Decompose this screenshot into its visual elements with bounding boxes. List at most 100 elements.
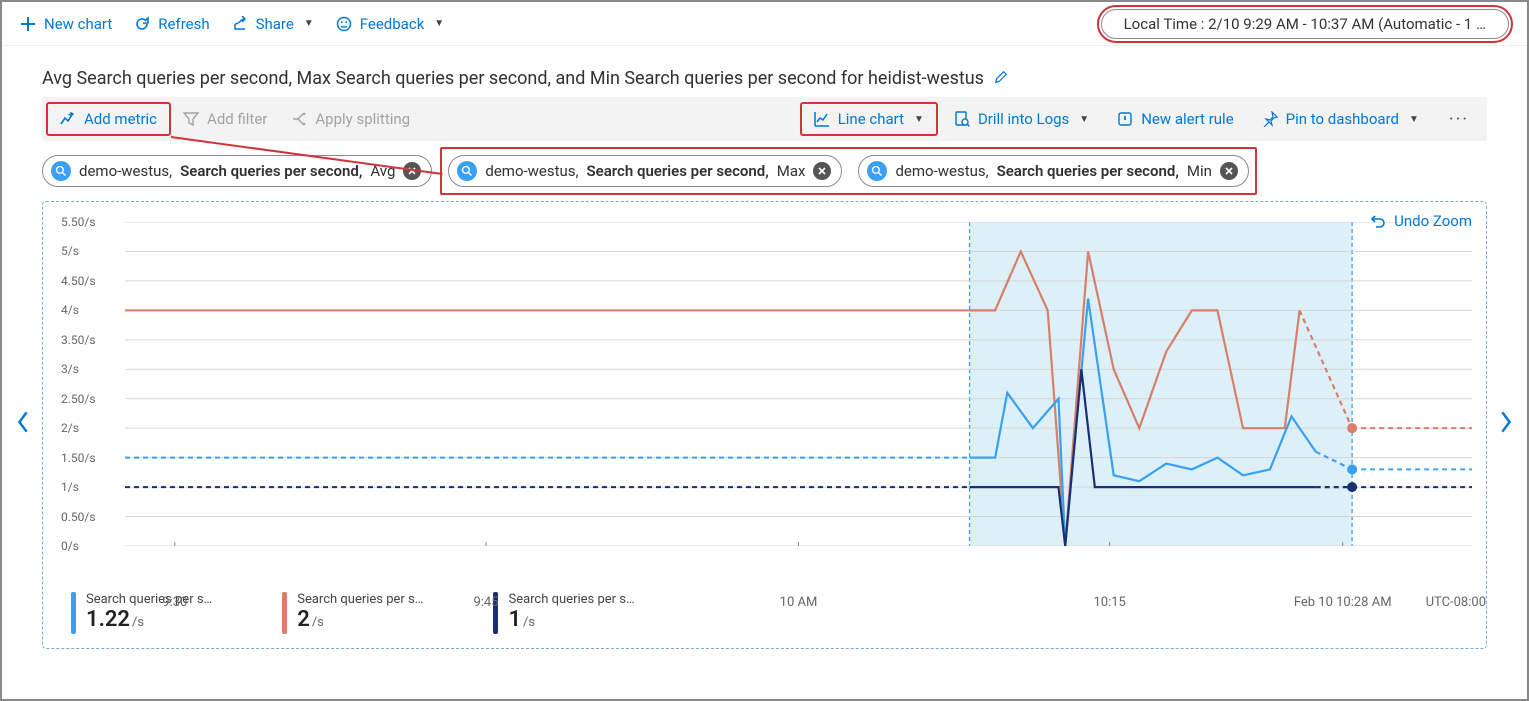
chip-metric: Search queries per second, (587, 162, 769, 180)
legend-color-swatch (71, 592, 76, 634)
refresh-icon (134, 16, 150, 32)
legend-unit: /s (132, 615, 144, 630)
pin-dashboard-label: Pin to dashboard (1286, 110, 1399, 128)
undo-icon (1370, 213, 1386, 229)
feedback-button[interactable]: Feedback ▼ (336, 15, 444, 33)
y-axis-tick-label: 5/s (61, 244, 79, 258)
chart-prev-button[interactable] (11, 410, 35, 440)
legend-value: 2 (297, 607, 310, 632)
metric-chip[interactable]: demo-westus, Search queries per second, … (858, 155, 1248, 187)
feedback-label: Feedback (360, 15, 425, 33)
chevron-down-icon: ▼ (434, 18, 444, 29)
chart-legend: Search queries per s… 1.22/s Search quer… (43, 582, 1486, 648)
metric-chips-row: demo-westus, Search queries per second, … (2, 141, 1527, 197)
chevron-down-icon: ▼ (1079, 114, 1089, 125)
chip-remove-button[interactable] (1220, 162, 1238, 180)
chevron-down-icon: ▼ (1409, 114, 1419, 125)
y-axis-tick-label: 3/s (61, 362, 79, 376)
metric-chip[interactable]: demo-westus, Search queries per second, … (448, 155, 842, 187)
chart-plot-area[interactable]: 0/s0.50/s1/s1.50/s2/s2.50/s3/s3.50/s4/s4… (43, 202, 1486, 582)
apply-splitting-button: Apply splitting (279, 104, 422, 134)
chevron-down-icon: ▼ (304, 18, 314, 29)
y-axis-tick-label: 0.50/s (61, 510, 96, 524)
chevron-right-icon (1499, 410, 1513, 434)
legend-unit: /s (312, 615, 324, 630)
legend-color-swatch (282, 592, 287, 634)
new-alert-button[interactable]: New alert rule (1105, 104, 1245, 134)
chip-agg: Max (777, 162, 806, 180)
x-axis-tick-label: 9:30 (162, 595, 187, 610)
chip-scope: demo-westus, (485, 162, 578, 180)
legend-label: Search queries per s… (508, 592, 634, 607)
legend-unit: /s (523, 615, 535, 630)
legend-item[interactable]: Search queries per s… 1/s (493, 592, 634, 634)
add-filter-label: Add filter (207, 110, 267, 128)
plus-icon (20, 16, 36, 32)
alert-icon (1117, 111, 1133, 127)
logs-icon (954, 111, 970, 127)
y-axis-tick-label: 0/s (61, 539, 79, 553)
chart-title-row: Avg Search queries per second, Max Searc… (2, 46, 1527, 97)
edit-title-button[interactable] (994, 70, 1008, 88)
x-axis-tick-label: 9:45 (473, 595, 498, 610)
timezone-label: UTC-08:00 (1426, 595, 1486, 610)
top-toolbar: New chart Refresh Share ▼ Feedback ▼ Loc… (2, 2, 1527, 46)
time-range-picker[interactable]: Local Time : 2/10 9:29 AM - 10:37 AM (Au… (1101, 9, 1509, 39)
line-chart-icon (814, 111, 830, 127)
chart-next-button[interactable] (1494, 410, 1518, 440)
pencil-icon (994, 70, 1008, 84)
refresh-label: Refresh (158, 15, 209, 33)
chevron-left-icon (16, 410, 30, 434)
chart-title-text: Avg Search queries per second, Max Searc… (42, 68, 984, 89)
chip-scope: demo-westus, (895, 162, 988, 180)
chip-scope: demo-westus, (79, 162, 172, 180)
pin-icon (1262, 111, 1278, 127)
chart-svg (125, 222, 1472, 546)
legend-value: 1.22 (86, 607, 130, 632)
share-button[interactable]: Share ▼ (232, 15, 314, 33)
new-chart-label: New chart (44, 15, 112, 33)
smiley-icon (336, 16, 352, 32)
undo-zoom-button[interactable]: Undo Zoom (1370, 212, 1472, 230)
legend-label: Search queries per s… (297, 592, 423, 607)
chip-agg: Avg (370, 162, 395, 180)
chart-type-label: Line chart (838, 110, 904, 128)
y-axis-tick-label: 4/s (61, 303, 79, 317)
y-axis-tick-label: 2/s (61, 421, 79, 435)
y-axis-tick-label: 5.50/s (61, 215, 96, 229)
chart-toolbar: Add metric Add filter Apply splitting Li… (42, 97, 1487, 141)
share-icon (232, 16, 248, 32)
ellipsis-icon: ··· (1449, 109, 1469, 130)
refresh-button[interactable]: Refresh (134, 15, 209, 33)
search-service-icon (51, 161, 71, 181)
chart-panel: Undo Zoom 0/s 0.50/s 1/s 1.50/s 2/s 2.50/s 3/s… (42, 201, 1487, 649)
y-axis-tick-label: 2.50/s (61, 392, 96, 406)
legend-value: 1 (508, 607, 521, 632)
chip-metric: Search queries per second, (997, 162, 1179, 180)
legend-item[interactable]: Search queries per s… 1.22/s (71, 592, 212, 634)
chip-remove-button[interactable] (813, 162, 831, 180)
chip-remove-button[interactable] (403, 162, 421, 180)
y-axis-tick-label: 3.50/s (61, 333, 96, 347)
chip-agg: Min (1187, 162, 1212, 180)
apply-splitting-label: Apply splitting (315, 110, 410, 128)
close-icon (1225, 167, 1233, 175)
x-axis-tick-label: Feb 10 10:28 AM (1294, 595, 1392, 610)
add-metric-icon (60, 111, 76, 127)
y-axis-tick-label: 1/s (61, 480, 79, 494)
more-options-button[interactable]: ··· (1435, 109, 1483, 130)
search-service-icon (867, 161, 887, 181)
new-chart-button[interactable]: New chart (20, 15, 112, 33)
split-icon (291, 111, 307, 127)
metric-chip[interactable]: demo-westus, Search queries per second, … (42, 155, 432, 187)
drill-logs-label: Drill into Logs (978, 110, 1069, 128)
filter-icon (183, 111, 199, 127)
chart-toolbar-right: Line chart ▼ Drill into Logs ▼ New alert… (800, 102, 1483, 136)
pin-dashboard-button[interactable]: Pin to dashboard ▼ (1250, 104, 1431, 134)
drill-logs-button[interactable]: Drill into Logs ▼ (942, 104, 1101, 134)
legend-item[interactable]: Search queries per s… 2/s (282, 592, 423, 634)
search-service-icon (457, 161, 477, 181)
y-axis-tick-label: 1.50/s (61, 451, 96, 465)
add-metric-button[interactable]: Add metric (46, 102, 171, 136)
chart-type-dropdown[interactable]: Line chart ▼ (800, 102, 938, 136)
